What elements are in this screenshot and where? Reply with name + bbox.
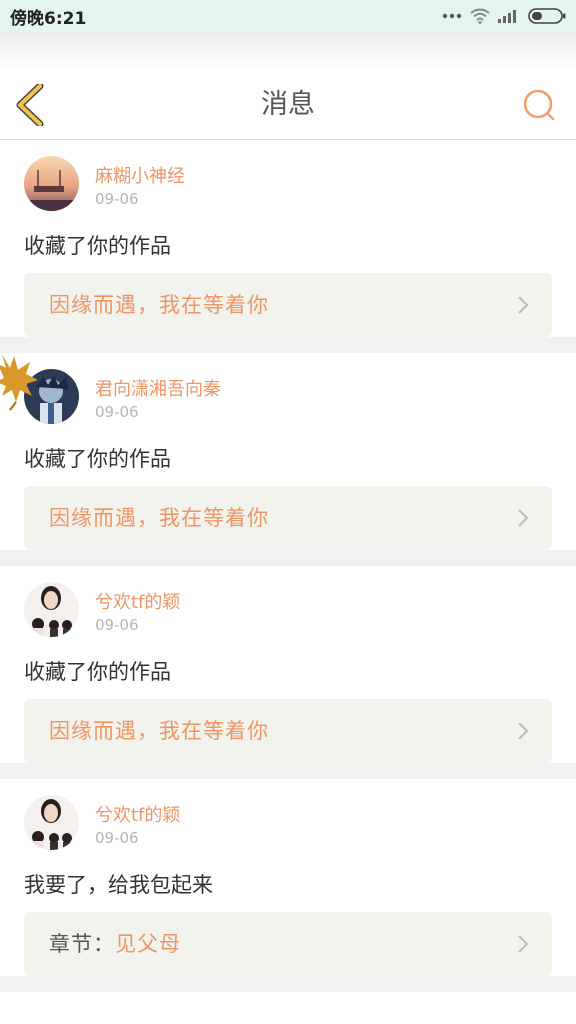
- page-title: 消息: [261, 89, 315, 120]
- message-date: 09-06: [95, 829, 139, 847]
- status-bar: 傍晚6:21: [0, 0, 576, 32]
- message-date: 09-06: [95, 403, 139, 421]
- work-card[interactable]: 因缘而遇，我在等着你: [24, 699, 552, 763]
- message-item: 兮欢tf的颖 09-06 收藏了你的作品 因缘而遇，我在等着你: [0, 566, 576, 779]
- user-name[interactable]: 君向潇湘吾向秦: [95, 375, 221, 401]
- work-title: 因缘而遇，我在等着你: [49, 506, 269, 530]
- chapter-name: 见父母: [115, 932, 181, 956]
- message-item: 麻糊小神经 09-06 收藏了你的作品 因缘而遇，我在等着你: [0, 140, 576, 353]
- message-text: 收藏了你的作品: [24, 447, 171, 471]
- message-date: 09-06: [95, 190, 139, 208]
- user-name[interactable]: 兮欢tf的颖: [95, 801, 180, 827]
- avatar[interactable]: [24, 156, 79, 211]
- chapter-card[interactable]: 章节：见父母: [24, 912, 552, 976]
- signal-icon: [498, 10, 516, 23]
- message-text: 我要了，给我包起来: [24, 873, 213, 897]
- nav-bar: 消息: [0, 70, 576, 140]
- work-title: 因缘而遇，我在等着你: [49, 293, 269, 317]
- status-time: 傍晚6:21: [10, 8, 87, 29]
- maple-leaf-decoration: [0, 354, 38, 411]
- message-text: 收藏了你的作品: [24, 234, 171, 258]
- work-card[interactable]: 因缘而遇，我在等着你: [24, 486, 552, 550]
- message-item: 君向潇湘吾向秦 09-06 收藏了你的作品 因缘而遇，我在等着你: [0, 353, 576, 566]
- message-text: 收藏了你的作品: [24, 660, 171, 684]
- avatar[interactable]: [24, 795, 79, 850]
- search-button[interactable]: [522, 88, 556, 122]
- top-spacer: [0, 32, 576, 70]
- avatar[interactable]: [24, 582, 79, 637]
- chevron-right-icon: [518, 722, 529, 740]
- chapter-title: 章节：见父母: [49, 912, 181, 976]
- dots-icon: [442, 13, 462, 19]
- chevron-right-icon: [518, 296, 529, 314]
- chevron-right-icon: [518, 935, 529, 953]
- chapter-prefix: 章节：: [49, 932, 115, 956]
- message-item: 兮欢tf的颖 09-06 我要了，给我包起来 章节：见父母: [0, 779, 576, 992]
- message-date: 09-06: [95, 616, 139, 634]
- message-list: 麻糊小神经 09-06 收藏了你的作品 因缘而遇，我在等着你 君向潇湘吾向秦 0…: [0, 140, 576, 992]
- work-title: 因缘而遇，我在等着你: [49, 719, 269, 743]
- user-name[interactable]: 兮欢tf的颖: [95, 588, 180, 614]
- user-name[interactable]: 麻糊小神经: [95, 162, 185, 188]
- status-icons: [442, 8, 566, 24]
- work-card[interactable]: 因缘而遇，我在等着你: [24, 273, 552, 337]
- search-icon: [523, 89, 555, 121]
- chevron-right-icon: [518, 509, 529, 527]
- wifi-icon: [470, 8, 490, 24]
- battery-icon: [528, 8, 566, 24]
